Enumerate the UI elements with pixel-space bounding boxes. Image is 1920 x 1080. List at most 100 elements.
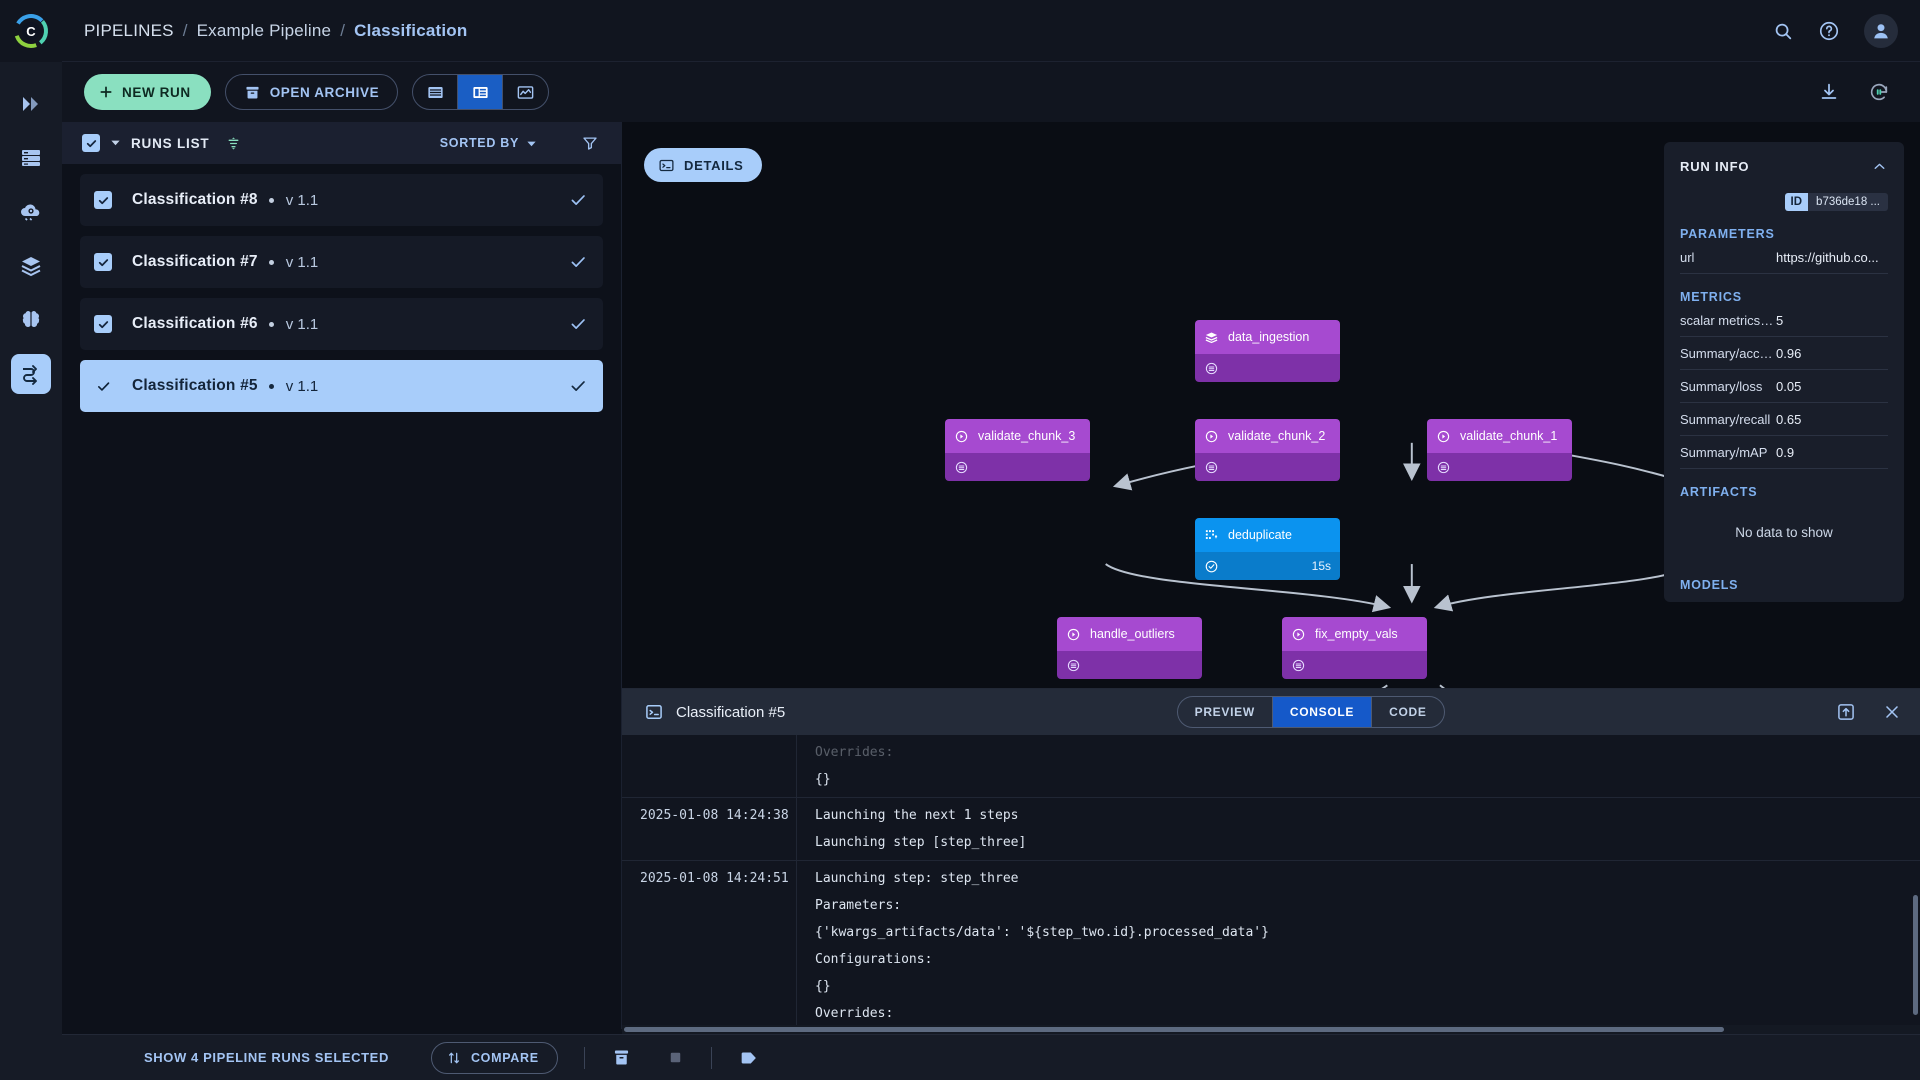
selection-summary-label[interactable]: SHOW 4 PIPELINE RUNS SELECTED — [144, 1050, 389, 1065]
action-toolbar: NEW RUN OPEN ARCHIVE — [62, 62, 1920, 122]
chart-view-button[interactable] — [503, 75, 548, 109]
scrollbar-thumb[interactable] — [624, 1027, 1724, 1032]
sorted-by-control[interactable]: SORTED BY — [440, 136, 537, 150]
download-icon[interactable] — [1818, 81, 1840, 103]
new-run-button[interactable]: NEW RUN — [84, 74, 211, 110]
split-view-button[interactable] — [458, 75, 503, 109]
dag-node-header: handle_outliers — [1057, 617, 1202, 651]
compare-button[interactable]: COMPARE — [431, 1042, 558, 1074]
run-checkbox[interactable] — [94, 253, 112, 271]
user-avatar[interactable] — [1864, 14, 1898, 48]
abort-icon — [666, 1048, 685, 1067]
dag-node-label: data_ingestion — [1228, 330, 1309, 344]
sidebar-item-orchestration[interactable] — [11, 192, 51, 232]
compare-label: COMPARE — [471, 1051, 539, 1065]
dedup-icon — [1204, 528, 1219, 543]
run-id-value: b736de18 ... — [1808, 193, 1888, 211]
select-all-checkbox[interactable] — [82, 134, 100, 152]
sorted-by-label: SORTED BY — [440, 136, 519, 150]
console-tabs: PREVIEW CONSOLE CODE — [1177, 696, 1445, 728]
parameters-section-title: PARAMETERS — [1680, 227, 1888, 241]
run-id-pill[interactable]: ID b736de18 ... — [1785, 193, 1888, 211]
archive-icon[interactable] — [611, 1047, 632, 1068]
chevron-down-icon[interactable] — [110, 137, 121, 150]
queued-icon — [1204, 361, 1219, 376]
metrics-section-title: METRICS — [1680, 290, 1888, 304]
chevron-up-icon[interactable] — [1871, 158, 1888, 175]
console-log[interactable]: Overrides: {} 2025-01-08 14:24:38 Launch… — [622, 735, 1920, 1034]
dag-node-data_ingestion[interactable]: data_ingestion — [1195, 320, 1340, 382]
log-line: Parameters: — [797, 892, 1920, 919]
dag-node-label: validate_chunk_3 — [978, 429, 1075, 443]
sidebar-item-pipelines[interactable] — [11, 354, 51, 394]
breadcrumb-item-pipelines[interactable]: PIPELINES — [84, 21, 174, 41]
auto-refresh-pause-icon[interactable] — [1868, 81, 1890, 103]
search-icon[interactable] — [1772, 20, 1794, 42]
sidebar-item-datasets[interactable] — [11, 138, 51, 178]
help-icon[interactable] — [1818, 20, 1840, 42]
console-vertical-scrollbar[interactable] — [1913, 895, 1918, 1015]
sidebar-item-models[interactable] — [11, 300, 51, 340]
run-checkbox[interactable] — [94, 315, 112, 333]
log-line: Configurations: — [797, 946, 1920, 973]
tag-icon[interactable] — [738, 1047, 760, 1069]
dag-node-handle_outliers[interactable]: handle_outliers — [1057, 617, 1202, 679]
dag-node-label: fix_empty_vals — [1315, 627, 1398, 641]
details-label: DETAILS — [684, 158, 744, 173]
metric-row: Summary/accura... 0.96 — [1680, 337, 1888, 370]
run-name: Classification #6 — [132, 315, 258, 333]
sidebar-item-workers[interactable] — [11, 246, 51, 286]
run-checkbox[interactable] — [94, 191, 112, 209]
close-icon[interactable] — [1882, 702, 1902, 722]
run-list-item[interactable]: Classification #6 v 1.1 — [80, 298, 603, 350]
run-list-item[interactable]: Classification #8 v 1.1 — [80, 174, 603, 226]
log-line: Launching step [step_three] — [797, 829, 1920, 856]
run-separator-dot — [269, 198, 274, 203]
run-checkbox[interactable] — [94, 377, 112, 395]
log-entry: Overrides: {} — [622, 735, 1920, 798]
table-view-button[interactable] — [413, 75, 458, 109]
dag-node-label: deduplicate — [1228, 528, 1292, 542]
filter-icon[interactable] — [581, 134, 599, 152]
queued-icon — [1066, 658, 1081, 673]
console-actions — [1836, 702, 1902, 722]
maximize-icon[interactable] — [1836, 702, 1856, 722]
dag-node-validate_chunk_2[interactable]: validate_chunk_2 — [1195, 419, 1340, 481]
run-separator-dot — [269, 384, 274, 389]
log-line: {} — [797, 766, 1920, 793]
console-horizontal-scrollbar[interactable] — [622, 1025, 1920, 1034]
log-line: Launching step: step_three — [797, 865, 1920, 892]
log-message-group: Overrides: {} — [797, 735, 1920, 797]
run-icon — [1204, 429, 1219, 444]
dag-node-header: data_ingestion — [1195, 320, 1340, 354]
app-logo[interactable]: C — [0, 0, 62, 62]
log-line: Launching the next 1 steps — [797, 802, 1920, 829]
run-list-item[interactable]: Classification #7 v 1.1 — [80, 236, 603, 288]
dag-node-validate_chunk_3[interactable]: validate_chunk_3 — [945, 419, 1090, 481]
run-version: v 1.1 — [286, 316, 319, 333]
dag-node-fix_empty_vals[interactable]: fix_empty_vals — [1282, 617, 1427, 679]
breadcrumb-item-project[interactable]: Example Pipeline — [197, 21, 332, 41]
run-list-item-selected[interactable]: Classification #5 v 1.1 — [80, 360, 603, 412]
parameter-key: url — [1680, 250, 1776, 265]
log-message-group: Launching step: step_three Parameters: {… — [797, 861, 1920, 1034]
dag-node-header: validate_chunk_2 — [1195, 419, 1340, 453]
details-button[interactable]: DETAILS — [644, 148, 762, 182]
open-archive-button[interactable]: OPEN ARCHIVE — [225, 74, 398, 110]
tab-code[interactable]: CODE — [1372, 697, 1443, 727]
dag-node-footer — [1195, 453, 1340, 481]
tab-console[interactable]: CONSOLE — [1273, 697, 1372, 727]
sidebar-item-projects[interactable] — [11, 84, 51, 124]
top-bar: PIPELINES / Example Pipeline / Classific… — [62, 0, 1920, 62]
console-drawer: Classification #5 PREVIEW CONSOLE CODE — [622, 688, 1920, 1034]
tab-preview[interactable]: PREVIEW — [1178, 697, 1273, 727]
archive-icon — [244, 84, 261, 101]
metric-value: 0.9 — [1776, 445, 1888, 460]
dag-node-deduplicate[interactable]: deduplicate 15s — [1195, 518, 1340, 580]
dag-node-validate_chunk_1[interactable]: validate_chunk_1 — [1427, 419, 1572, 481]
log-line: {} — [797, 973, 1920, 1000]
run-id-key: ID — [1785, 193, 1809, 211]
sort-settings-icon[interactable] — [225, 135, 242, 152]
artifacts-empty-message: No data to show — [1680, 499, 1888, 562]
divider — [711, 1047, 712, 1069]
